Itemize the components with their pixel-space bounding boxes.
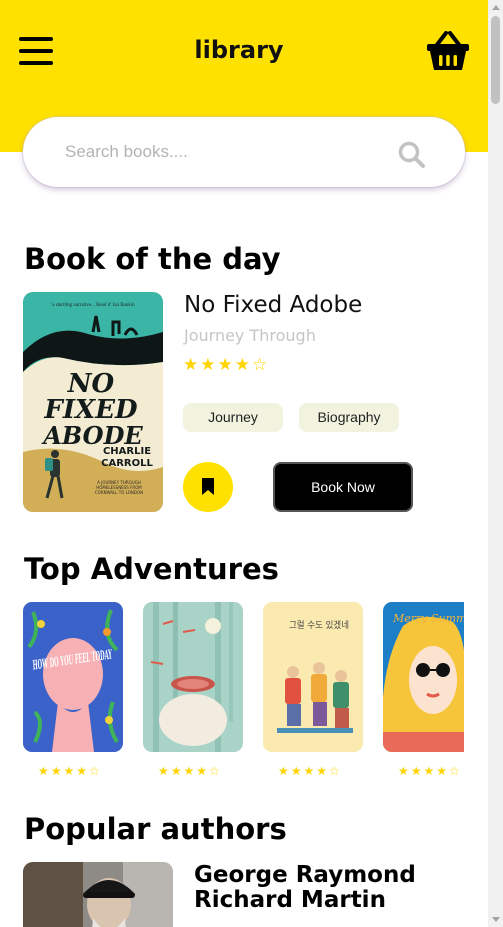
cover-author-line-2: CARROLL	[101, 458, 153, 469]
book-of-the-day-title[interactable]: No Fixed Adobe	[184, 292, 362, 318]
adventure-book-cover-1[interactable]: HOW DO YOU FEEL TODAY	[23, 602, 123, 752]
app-title: library	[194, 36, 284, 64]
section-title-book-of-the-day: Book of the day	[24, 242, 281, 276]
adventure-book-cover-2[interactable]	[143, 602, 243, 752]
adventure-book-cover-4[interactable]: Merry Summer	[383, 602, 464, 752]
vertical-scrollbar[interactable]	[488, 0, 503, 927]
adventure-book-rating-3: ★★★★☆	[278, 764, 342, 778]
adventure-4-cover-text: Merry Summer	[392, 612, 464, 625]
scroll-up-arrow-icon[interactable]	[492, 5, 500, 10]
adventure-book-rating-2: ★★★★☆	[158, 764, 222, 778]
cover-tagline: 'a startling narrative... Read it' Ian R…	[51, 303, 135, 308]
author-photo[interactable]	[23, 862, 173, 927]
section-title-popular-authors: Popular authors	[24, 812, 287, 846]
section-title-top-adventures: Top Adventures	[24, 552, 279, 586]
cover-blurb-line-3: CORNWALL TO LONDON	[95, 490, 143, 495]
book-of-the-day-subtitle: Journey Through	[184, 326, 316, 345]
adventure-3-cover-text: 그럴 수도 있겠네	[289, 619, 349, 631]
book-of-the-day-rating: ★★★★☆	[183, 355, 270, 374]
adventure-book-cover-3[interactable]: 그럴 수도 있겠네	[263, 602, 363, 752]
book-now-button[interactable]: Book Now	[273, 462, 413, 512]
search-icon[interactable]	[397, 140, 427, 170]
tag-biography[interactable]: Biography	[299, 403, 399, 432]
author-name[interactable]: George Raymond Richard Martin	[194, 863, 434, 913]
cover-author-line-1: CHARLIE	[103, 446, 151, 457]
shopping-basket-icon[interactable]	[426, 30, 470, 72]
adventure-book-rating-4: ★★★★☆	[398, 764, 462, 778]
search-input[interactable]	[65, 137, 385, 167]
scrollbar-thumb[interactable]	[491, 16, 500, 104]
app-viewport: library Book of the day 'a startling nar…	[0, 0, 488, 927]
scroll-down-arrow-icon[interactable]	[492, 917, 500, 922]
bookmark-button[interactable]	[183, 462, 233, 512]
book-of-the-day-cover[interactable]: 'a startling narrative... Read it' Ian R…	[23, 292, 163, 512]
bookmark-icon	[202, 478, 214, 495]
tag-journey[interactable]: Journey	[183, 403, 283, 432]
adventure-book-rating-1: ★★★★☆	[38, 764, 102, 778]
